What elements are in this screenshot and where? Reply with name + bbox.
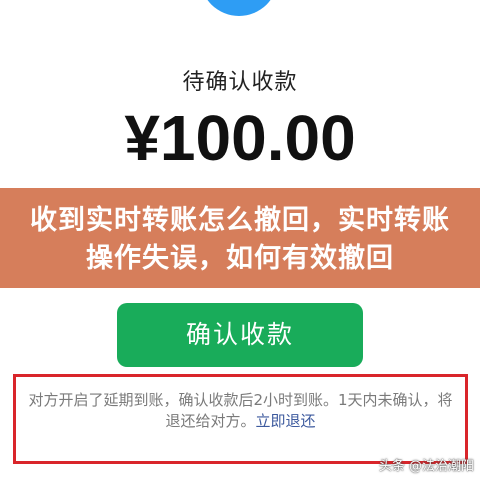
watermark: 头条 @法治潮阳	[378, 459, 474, 474]
headline-text: 收到实时转账怎么撤回，实时转账操作失误，如何有效撤回	[30, 205, 450, 274]
transfer-receipt-screen: 待确认收款 ¥100.00 收到实时转账怎么撤回，实时转账操作失误，如何有效撤回…	[0, 0, 480, 480]
confirm-receipt-button[interactable]: 确认收款	[117, 303, 363, 367]
clock-icon	[200, 0, 278, 16]
deferred-notice: 对方开启了延期到账，确认收款后2小时到账。1天内未确认，将退还给对方。立即退还	[24, 390, 457, 432]
headline-banner: 收到实时转账怎么撤回，实时转账操作失误，如何有效撤回	[0, 188, 480, 288]
payment-amount: ¥100.00	[124, 102, 356, 174]
payment-status-label: 待确认收款	[182, 70, 298, 95]
refund-now-link[interactable]: 立即退还	[256, 412, 316, 430]
notice-text: 对方开启了延期到账，确认收款后2小时到账。1天内未确认，将退还给对方。	[28, 391, 453, 430]
deferred-notice-box: 对方开启了延期到账，确认收款后2小时到账。1天内未确认，将退还给对方。立即退还	[13, 374, 468, 464]
